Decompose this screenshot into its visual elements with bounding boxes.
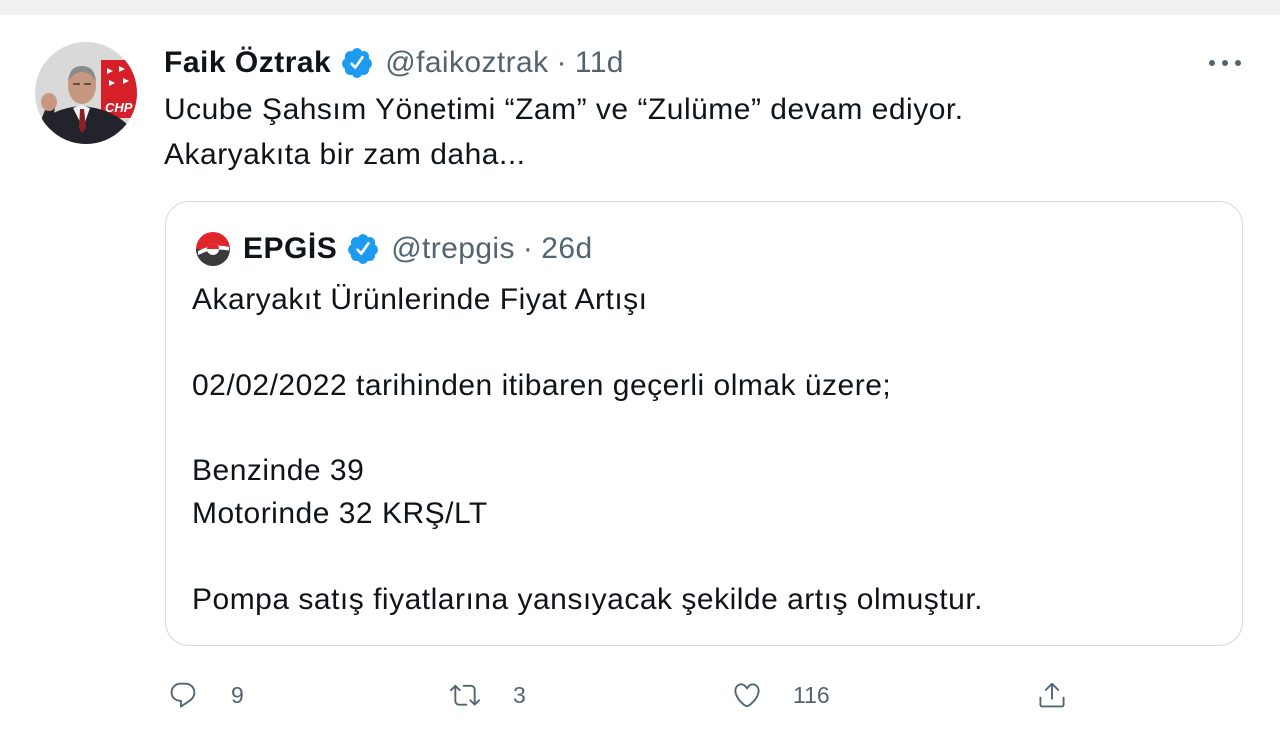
author-name[interactable]: Faik Öztrak bbox=[164, 46, 331, 80]
more-button[interactable] bbox=[1204, 49, 1246, 77]
like-count: 116 bbox=[793, 681, 830, 708]
quoted-tweet-timestamp[interactable]: 26d bbox=[541, 232, 592, 266]
quoted-tweet-text: Akaryakıt Ürünlerinde Fiyat Artışı 02/02… bbox=[192, 279, 983, 664]
meta-separator: · bbox=[522, 232, 534, 265]
tweet-timestamp[interactable]: 11d bbox=[575, 46, 624, 80]
quoted-paragraph: Akaryakıt Ürünlerinde Fiyat Artışı bbox=[192, 279, 983, 322]
quoted-text-line: Benzinde 39 bbox=[192, 454, 365, 488]
epgis-logo-icon[interactable] bbox=[195, 231, 231, 267]
more-icon bbox=[1209, 60, 1241, 66]
retweet-icon-shape bbox=[450, 684, 480, 706]
tweet-text-line: Ucube Şahsım Yönetimi “Zam” ve “Zulüme” … bbox=[164, 93, 964, 126]
more-dot bbox=[1235, 60, 1241, 66]
share-arrow bbox=[1044, 682, 1060, 700]
tweet-header: Faik Öztrak @faikoztrak · 11d bbox=[164, 46, 624, 80]
author-avatar[interactable]: CHP bbox=[35, 42, 137, 144]
reply-count: 9 bbox=[231, 681, 244, 708]
share-button[interactable] bbox=[1037, 680, 1067, 710]
verified-badge-icon bbox=[342, 48, 373, 78]
quoted-tweet-header: EPGİS @trepgis · 26d bbox=[195, 232, 593, 266]
tweet-text-line: Akaryakıta bir zam daha... bbox=[164, 138, 526, 171]
meta-separator: · bbox=[556, 46, 567, 79]
quoted-text-line: Akaryakıt Ürünlerinde Fiyat Artışı bbox=[192, 283, 648, 316]
tweet-text: Ucube Şahsım Yönetimi “Zam” ve “Zulüme” … bbox=[164, 87, 964, 177]
avatar-hand bbox=[41, 93, 57, 111]
heart-icon bbox=[734, 683, 760, 708]
more-dot bbox=[1222, 60, 1228, 66]
reply-button[interactable]: 9 bbox=[168, 680, 244, 710]
top-border bbox=[0, 0, 1280, 15]
heart-icon-shape bbox=[734, 683, 760, 708]
quoted-text-line: Motorinde 32 KRŞ/LT bbox=[192, 496, 488, 530]
share-icon bbox=[1039, 682, 1065, 708]
quoted-tweet[interactable]: EPGİS @trepgis · 26d Akaryakıt Ürünlerin… bbox=[165, 201, 1243, 646]
reply-icon bbox=[170, 682, 196, 708]
retweet-count: 3 bbox=[513, 681, 526, 708]
quoted-text-line: 02/02/2022 tarihinden itibaren geçerli o… bbox=[192, 368, 892, 402]
avatar-image: CHP bbox=[35, 42, 137, 144]
quoted-author-handle[interactable]: @trepgis bbox=[391, 232, 515, 266]
quoted-paragraph: 02/02/2022 tarihinden itibaren geçerli o… bbox=[192, 365, 983, 408]
retweet-button[interactable]: 3 bbox=[450, 680, 526, 710]
tweet-meta: @faikoztrak · 11d bbox=[385, 46, 624, 80]
retweet-icon bbox=[450, 684, 480, 706]
quoted-text-line: Pompa satış fiyatlarına yansıyacak şekil… bbox=[192, 582, 983, 616]
quoted-paragraph: Benzinde 39 Motorinde 32 KRŞ/LT bbox=[192, 450, 983, 536]
like-button[interactable]: 116 bbox=[732, 680, 830, 710]
more-dot bbox=[1209, 60, 1215, 66]
quoted-tweet-meta: @trepgis · 26d bbox=[391, 232, 592, 266]
author-handle[interactable]: @faikoztrak bbox=[385, 46, 548, 80]
verified-badge-icon bbox=[348, 234, 379, 264]
quoted-author-name[interactable]: EPGİS bbox=[243, 232, 337, 266]
reply-icon-shape bbox=[170, 682, 196, 708]
quoted-paragraph: Pompa satış fiyatlarına yansıyacak şekil… bbox=[192, 579, 983, 622]
